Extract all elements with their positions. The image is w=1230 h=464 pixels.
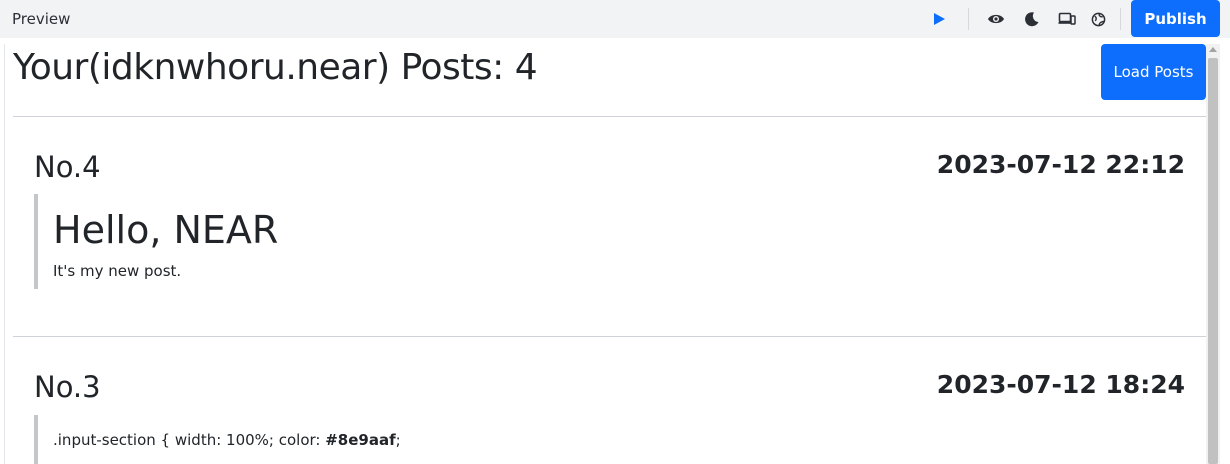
post-date: 2023-07-12 18:24: [936, 370, 1185, 399]
eye-icon[interactable]: [986, 9, 1006, 29]
post-quote: Hello, NEAR It's my new post.: [34, 194, 278, 289]
toolbar-divider: [1120, 8, 1121, 30]
page-title: Your(idknwhoru.near) Posts: 4: [13, 47, 538, 88]
load-posts-button[interactable]: Load Posts: [1101, 44, 1206, 100]
moon-icon[interactable]: [1022, 9, 1042, 29]
publish-button[interactable]: Publish: [1131, 0, 1220, 37]
post-body: .input-section { width: 100%; color: #8e…: [53, 431, 401, 449]
divider: [13, 116, 1206, 117]
post-quote: .input-section { width: 100%; color: #8e…: [34, 415, 401, 464]
post-body: It's my new post.: [53, 261, 182, 280]
code-color-value: #8e9aaf: [325, 431, 396, 449]
post-number: No.4: [34, 150, 101, 184]
post-number: No.3: [34, 370, 101, 404]
divider: [13, 336, 1206, 337]
globe-icon[interactable]: [1088, 9, 1108, 29]
post-date: 2023-07-12 22:12: [936, 150, 1185, 179]
scroll-up-arrow-icon[interactable]: [1209, 47, 1217, 52]
code-text: ;: [395, 431, 401, 449]
preview-frame: Your(idknwhoru.near) Posts: 4 Load Posts…: [4, 44, 1222, 464]
scrollbar[interactable]: [1206, 44, 1220, 464]
scrollbar-thumb[interactable]: [1208, 58, 1218, 464]
code-text: .input-section { width: 100%; color:: [53, 431, 326, 449]
post-heading: Hello, NEAR: [53, 208, 279, 252]
toolbar-divider: [968, 8, 969, 30]
play-icon[interactable]: [929, 9, 949, 29]
toolbar-title: Preview: [12, 10, 71, 28]
devices-icon[interactable]: [1057, 9, 1077, 29]
preview-toolbar: Preview Publish: [0, 0, 1230, 38]
